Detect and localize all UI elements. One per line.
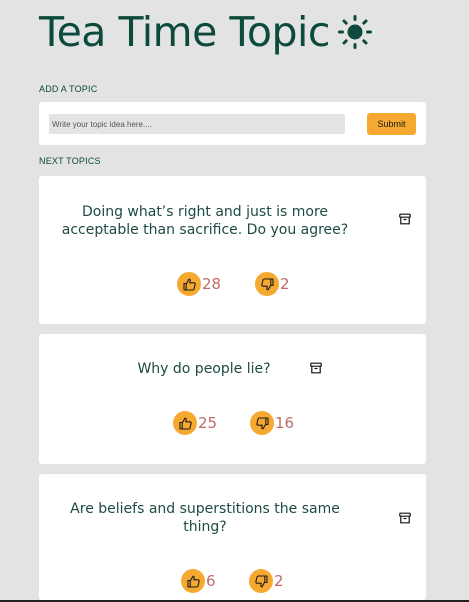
upvote: 28 <box>177 272 221 296</box>
page-title: Tea Time Topic <box>39 8 330 56</box>
downvote: 16 <box>250 411 294 435</box>
downvote-count: 16 <box>275 414 295 432</box>
downvote-button[interactable] <box>250 411 274 435</box>
topic-text: Doing what’s right and just is more acce… <box>61 204 349 238</box>
thumbs-up-icon <box>186 575 200 588</box>
upvote-button[interactable] <box>173 411 197 435</box>
archive-icon[interactable] <box>310 362 322 374</box>
thumbs-down-icon <box>260 277 274 290</box>
downvote: 2 <box>249 569 284 593</box>
downvote-count: 2 <box>280 275 290 293</box>
topic-input[interactable] <box>49 114 345 134</box>
thumbs-down-icon <box>254 574 268 587</box>
thumbs-up-icon <box>178 417 192 430</box>
header: Tea Time Topic <box>39 6 372 58</box>
downvote-button[interactable] <box>249 569 273 593</box>
downvote: 2 <box>255 272 290 296</box>
upvote-count: 28 <box>202 275 222 293</box>
upvote: 25 <box>173 411 217 435</box>
submit-button[interactable]: Submit <box>367 113 416 135</box>
thumbs-down-icon <box>255 416 269 429</box>
upvote-count: 6 <box>206 572 216 590</box>
sun-icon[interactable] <box>337 15 372 49</box>
archive-icon[interactable] <box>399 512 411 524</box>
topic-card: Doing what’s right and just is more acce… <box>39 176 426 324</box>
topic-text: Are beliefs and superstitions the same t… <box>70 501 340 535</box>
upvote: 6 <box>181 569 216 593</box>
upvote-count: 25 <box>198 414 218 432</box>
downvote-button[interactable] <box>255 272 279 296</box>
add-topic-card: Submit <box>39 102 426 145</box>
upvote-button[interactable] <box>177 272 201 296</box>
upvote-button[interactable] <box>181 569 205 593</box>
thumbs-up-icon <box>182 278 196 291</box>
topic-card: Are beliefs and superstitions the same t… <box>39 474 426 600</box>
next-topics-label: NEXT TOPICS <box>39 156 101 166</box>
add-topic-label: ADD A TOPIC <box>39 84 98 94</box>
archive-icon[interactable] <box>399 213 411 225</box>
topic-card: Why do people lie? 25 16 <box>39 334 426 464</box>
downvote-count: 2 <box>274 572 284 590</box>
topic-text: Why do people lie? <box>137 361 271 377</box>
